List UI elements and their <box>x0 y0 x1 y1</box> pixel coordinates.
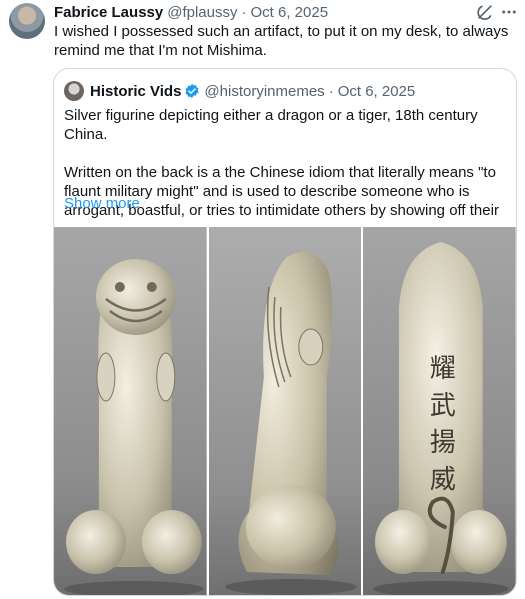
photo-grid: 耀 武 揚 威 <box>54 227 516 595</box>
quote-author-avatar[interactable] <box>64 81 84 101</box>
quote-text: Silver figurine depicting either a drago… <box>64 106 510 239</box>
engraving-char-3: 揚 <box>430 428 456 458</box>
quote-date[interactable]: Oct 6, 2025 <box>338 83 416 100</box>
quote-paragraph-1: Silver figurine depicting either a drago… <box>64 107 478 143</box>
tweet-date[interactable]: Oct 6, 2025 <box>250 4 328 21</box>
photo-front-view[interactable] <box>54 227 207 595</box>
quote-author-name[interactable]: Historic Vids <box>90 83 181 100</box>
engraving-char-2: 武 <box>430 391 456 421</box>
show-more-link[interactable]: Show more <box>64 195 140 212</box>
quote-separator-dot: · <box>328 82 334 100</box>
engraving-char-1: 耀 <box>430 354 456 384</box>
engraving-char-4: 威 <box>430 465 456 495</box>
grok-icon[interactable] <box>475 2 495 22</box>
verified-badge-icon <box>185 84 199 98</box>
photo-back-view[interactable]: 耀 武 揚 威 <box>363 227 516 595</box>
tweet-header: Fabrice Laussy @fplaussy · Oct 6, 2025 <box>54 3 328 21</box>
author-handle[interactable]: @fplaussy <box>167 4 237 21</box>
separator-dot: · <box>241 3 247 21</box>
author-name[interactable]: Fabrice Laussy <box>54 4 163 21</box>
photo-side-view[interactable] <box>208 227 362 595</box>
tweet-text: I wished I possessed such an artifact, t… <box>54 23 509 59</box>
quote-header: Historic Vids @historyinmemes · Oct 6, 2… <box>64 80 415 102</box>
more-icon[interactable] <box>500 2 518 22</box>
quote-author-handle[interactable]: @historyinmemes <box>204 83 324 100</box>
quoted-tweet[interactable]: Historic Vids @historyinmemes · Oct 6, 2… <box>53 68 517 596</box>
author-avatar[interactable] <box>9 3 45 39</box>
